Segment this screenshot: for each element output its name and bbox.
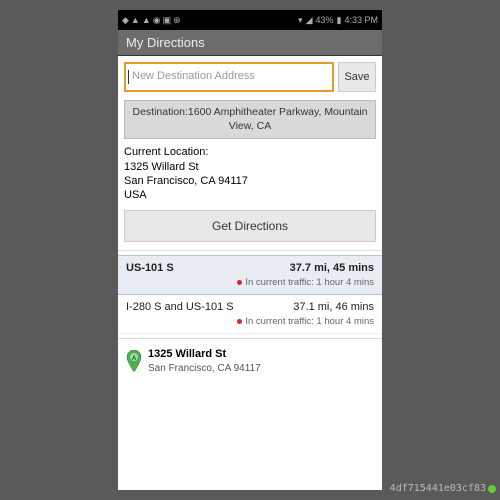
destination-text: Destination:1600 Amphitheater Parkway, M… <box>132 106 367 132</box>
route-summary: 37.1 mi, 46 mins <box>293 301 374 313</box>
device-id: 4df715441e03cf83 <box>390 483 486 494</box>
warning-icon-2: ▲ <box>142 15 151 25</box>
app-header: My Directions <box>118 30 382 56</box>
wifi-icon: ▾ <box>298 15 303 26</box>
traffic-dot-icon <box>237 280 242 285</box>
marker-a-icon: A <box>126 350 142 372</box>
origin-sub: San Francisco, CA 94117 <box>148 362 261 375</box>
loc-line1: 1325 Willard St <box>124 160 376 174</box>
gps-icon: ◆ <box>122 15 129 26</box>
battery-pct: 43% <box>316 15 334 25</box>
status-left-icons: ◆ ▲ ▲ ◉ ▣ ⊕ <box>122 15 181 26</box>
route-option-2[interactable]: I-280 S and US-101 S 37.1 mi, 46 mins In… <box>118 295 382 334</box>
loc-line2: San Francisco, CA 94117 <box>124 174 376 188</box>
loc-line3: USA <box>124 188 376 202</box>
get-directions-button[interactable]: Get Directions <box>124 210 376 242</box>
route-name: I-280 S and US-101 S <box>126 301 234 313</box>
origin-title: 1325 Willard St <box>148 347 261 361</box>
divider <box>118 250 382 251</box>
status-bar: ◆ ▲ ▲ ◉ ▣ ⊕ ▾ ◢ 43% ▮ 4:33 PM <box>118 10 382 30</box>
save-label: Save <box>344 71 369 83</box>
warning-icon: ▲ <box>131 15 140 25</box>
battery-icon: ▮ <box>337 15 342 26</box>
origin-text: 1325 Willard St San Francisco, CA 94117 <box>148 347 261 374</box>
sync-icon: ◉ <box>153 15 161 26</box>
destination-input[interactable]: New Destination Address <box>124 62 334 92</box>
app-body: New Destination Address Save Destination… <box>118 56 382 490</box>
signal-icon: ◢ <box>306 15 313 26</box>
destination-banner[interactable]: Destination:1600 Amphitheater Parkway, M… <box>124 100 376 139</box>
input-placeholder: New Destination Address <box>132 70 255 82</box>
route-traffic: In current traffic: 1 hour 4 mins <box>245 316 374 327</box>
get-dir-label: Get Directions <box>212 219 288 233</box>
loc-label: Current Location: <box>124 145 376 159</box>
traffic-dot-icon <box>237 319 242 324</box>
nfc-icon: ▣ <box>163 15 172 26</box>
route-name: US-101 S <box>126 262 174 274</box>
clock: 4:33 PM <box>344 15 378 25</box>
route-summary: 37.7 mi, 45 mins <box>290 262 374 274</box>
status-right-icons: ▾ ◢ 43% ▮ 4:33 PM <box>298 15 378 26</box>
usb-icon: ⊕ <box>173 15 181 26</box>
text-cursor <box>128 70 129 84</box>
current-location: Current Location: 1325 Willard St San Fr… <box>118 145 382 208</box>
input-row: New Destination Address Save <box>118 56 382 98</box>
svg-text:A: A <box>132 356 137 362</box>
status-dot-icon <box>488 485 496 493</box>
origin-row[interactable]: A 1325 Willard St San Francisco, CA 9411… <box>118 338 382 382</box>
save-button[interactable]: Save <box>338 62 376 92</box>
phone-frame: ◆ ▲ ▲ ◉ ▣ ⊕ ▾ ◢ 43% ▮ 4:33 PM My Directi… <box>118 10 382 490</box>
app-title: My Directions <box>126 35 205 50</box>
route-option-1[interactable]: US-101 S 37.7 mi, 45 mins In current tra… <box>118 255 382 295</box>
route-traffic: In current traffic: 1 hour 4 mins <box>245 277 374 288</box>
